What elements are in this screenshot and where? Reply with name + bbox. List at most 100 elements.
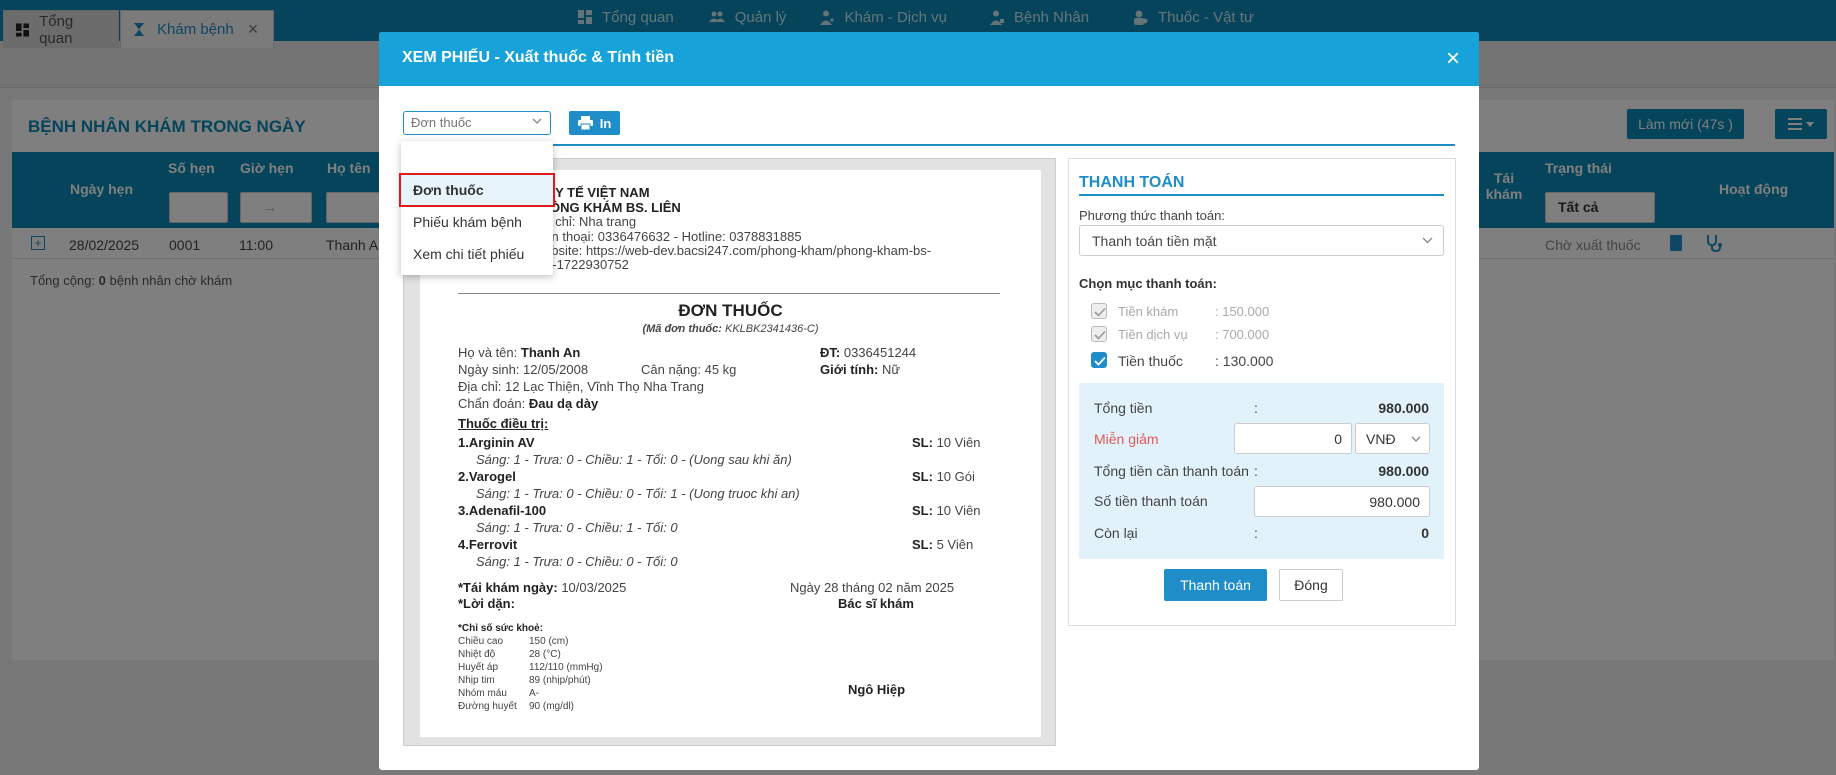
medicine-qty: SL: 5 Viên: [912, 537, 973, 552]
slip-type-value: Đơn thuốc: [411, 115, 472, 130]
dropdown-option-exam-slip[interactable]: Phiếu khám bệnh: [401, 207, 553, 239]
qty-label: SL:: [912, 537, 937, 552]
slip-type-select[interactable]: Đơn thuốc: [403, 111, 551, 135]
remaining-label: Còn lại: [1094, 525, 1138, 541]
clinic-phone: Điện thoại: 0336476632 - Hotline: 037883…: [532, 229, 802, 244]
qty-value: 10 Viên: [936, 503, 981, 518]
name-value: Thanh An: [520, 345, 581, 360]
health-key: Chiều cao: [458, 636, 504, 647]
colon: :: [1254, 525, 1258, 541]
health-title: *Chỉ số sức khoẻ:: [458, 623, 544, 634]
name-label: Họ và tên:: [458, 345, 521, 360]
discount-input[interactable]: 0: [1234, 423, 1352, 454]
medicine-name: 2.Varogel: [458, 469, 516, 484]
phone-value: 0336451244: [843, 345, 917, 360]
payment-items-label: Chọn mục thanh toán:: [1079, 276, 1217, 291]
qty-label: SL:: [912, 469, 937, 484]
dropdown-option-slip-detail[interactable]: Xem chi tiết phiếu: [401, 239, 553, 271]
patient-gender: Giới tính: Nữ: [820, 362, 900, 377]
exam-fee-checkbox: [1091, 303, 1107, 319]
dropdown-option-prescription[interactable]: Đơn thuốc: [399, 173, 555, 207]
modal-header: XEM PHIẾU - Xuất thuốc & Tính tiền ×: [379, 32, 1479, 86]
qty-value: 5 Viên: [936, 537, 974, 552]
amount-due-value: 980.000: [1378, 463, 1429, 479]
diagnosis: Chẩn đoán: Đau dạ dày: [458, 396, 598, 411]
health-value: 150 (cm): [529, 636, 569, 647]
slip-type-dropdown: Đơn thuốc Phiếu khám bệnh Xem chi tiết p…: [399, 141, 555, 275]
paid-amount-label: Số tiền thanh toán: [1094, 493, 1208, 509]
qty-value: 10 Viên: [936, 435, 981, 450]
health-key: Huyết áp: [458, 662, 499, 673]
health-key: Nhịp tim: [458, 675, 495, 686]
service-fee-label: Tiền dịch vụ: [1118, 327, 1188, 342]
currency-select[interactable]: VNĐ: [1355, 423, 1430, 454]
close-button[interactable]: Đóng: [1279, 569, 1343, 601]
health-key: Đường huyết: [458, 701, 517, 712]
service-fee-value: : 700.000: [1215, 327, 1270, 342]
medicine-fee-checkbox[interactable]: [1091, 352, 1107, 368]
chevron-down-icon: [1422, 237, 1433, 244]
payment-method-value: Thanh toán tiền mặt: [1092, 233, 1217, 249]
qty-value: 10 Gói: [936, 469, 975, 484]
medicine-name: 1.Arginin AV: [458, 435, 535, 450]
exam-fee-label: Tiền khám: [1118, 304, 1179, 319]
payment-title: THANH TOÁN: [1079, 174, 1185, 191]
advice-label: *Lời dặn:: [458, 596, 515, 611]
doctor-name: Ngô Hiệp: [848, 682, 906, 697]
health-key: Nhóm máu: [458, 688, 507, 699]
print-label: In: [599, 115, 612, 131]
medicine-dose: Sáng: 1 - Trưa: 0 - Chiều: 0 - Tối: 0: [476, 554, 678, 569]
code-label: (Mã đơn thuốc:: [642, 323, 722, 335]
patient-dob: Ngày sinh: 12/05/2008: [458, 362, 589, 377]
medicine-qty: SL: 10 Gói: [912, 469, 975, 484]
gender-label: Giới tính:: [820, 362, 882, 377]
medicine-fee-value: : 130.000: [1215, 353, 1274, 369]
payment-divider: [1079, 194, 1444, 196]
diagnosis-label: Chẩn đoán:: [458, 396, 529, 411]
colon: :: [1254, 400, 1258, 416]
qty-label: SL:: [912, 435, 937, 450]
close-icon[interactable]: ×: [1444, 47, 1462, 71]
medicine-qty: SL: 10 Viên: [912, 435, 980, 450]
payment-summary: Tổng tiền : 980.000 Miễn giảm 0 VNĐ Tổng…: [1079, 383, 1444, 559]
pay-button[interactable]: Thanh toán: [1164, 569, 1267, 601]
patient-phone: ĐT: 0336451244: [820, 345, 916, 360]
printer-icon: [577, 116, 593, 130]
discount-label: Miễn giảm: [1094, 431, 1159, 447]
phone-label: ĐT:: [820, 345, 844, 360]
medicine-qty: SL: 10 Viên: [912, 503, 980, 518]
remaining-value: 0: [1421, 525, 1429, 541]
revisit-date: *Tái khám ngày: 10/03/2025: [458, 580, 626, 595]
doctor-label: Bác sĩ khám: [838, 596, 914, 611]
medicine-dose: Sáng: 1 - Trưa: 0 - Chiều: 1 - Tối: 0 - …: [476, 452, 792, 467]
chevron-down-icon: [1411, 436, 1421, 442]
patient-address: Địa chỉ: 12 Lạc Thiện, Vĩnh Thọ Nha Tran…: [458, 379, 704, 394]
diagnosis-value: Đau dạ dày: [528, 396, 599, 411]
payment-panel: THANH TOÁN Phương thức thanh toán: Thanh…: [1068, 158, 1456, 626]
health-key: Nhiệt độ: [458, 649, 496, 660]
paid-amount-input[interactable]: 980.000: [1254, 486, 1430, 517]
patient-weight: Cân nặng: 45 kg: [641, 362, 737, 377]
code-value: KKLBK2341436-C): [724, 323, 819, 335]
view-slip-modal: XEM PHIẾU - Xuất thuốc & Tính tiền × Đơn…: [379, 32, 1479, 770]
medicine-name: 3.Adenafil-100: [458, 503, 547, 518]
treatment-label: Thuốc điều trị:: [458, 416, 549, 431]
health-value: 89 (nhịp/phút): [529, 675, 591, 686]
total-value: 980.000: [1378, 400, 1429, 416]
print-button[interactable]: In: [569, 111, 620, 135]
health-value: 90 (mg/dl): [529, 701, 575, 712]
amount-due-label: Tổng tiền cần thanh toán: [1094, 463, 1249, 479]
signing-date: Ngày 28 tháng 02 năm 2025: [790, 580, 955, 595]
total-label: Tổng tiền: [1094, 400, 1153, 416]
modal-title: XEM PHIẾU - Xuất thuốc & Tính tiền: [402, 49, 674, 66]
health-value: 112/110 (mmHg): [529, 662, 603, 673]
prescription-code: (Mã đơn thuốc: KKLBK2341436-C): [420, 323, 1041, 335]
chevron-down-icon: [532, 118, 542, 124]
gender-value: Nữ: [881, 362, 901, 377]
medicine-dose: Sáng: 1 - Trưa: 0 - Chiều: 1 - Tối: 0: [476, 520, 678, 535]
service-fee-checkbox: [1091, 326, 1107, 342]
health-value: 28 (°C): [529, 649, 561, 660]
document-divider: [458, 293, 1000, 294]
payment-method-select[interactable]: Thanh toán tiền mặt: [1079, 225, 1444, 256]
health-value: A-: [529, 688, 539, 699]
